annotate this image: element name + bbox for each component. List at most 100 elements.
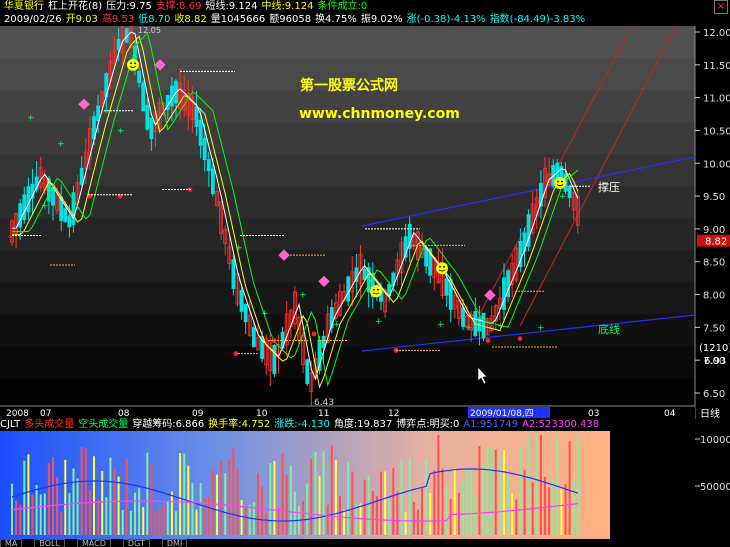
price-label: 7.50 <box>703 323 725 334</box>
volume-bar <box>281 453 284 535</box>
price-label: 8.00 <box>703 291 725 302</box>
volume-bar <box>433 470 436 535</box>
price-label: 9.00 <box>703 225 725 236</box>
volume-bar <box>138 488 141 535</box>
volume-bar <box>207 496 210 535</box>
volume-bar <box>224 473 227 535</box>
candle-body <box>141 82 146 112</box>
volume-bar <box>150 464 153 535</box>
volume-chart[interactable]: 100000 50000 <box>0 431 730 539</box>
candle-body <box>116 38 121 51</box>
buy-signal-mark: + <box>235 243 243 253</box>
volume-bar <box>445 485 448 535</box>
volume-bar <box>330 445 333 535</box>
time-label: 10 <box>256 409 268 419</box>
background-band <box>0 378 695 410</box>
volume-bar <box>195 509 198 535</box>
volume-background <box>0 431 610 539</box>
smiley-icon <box>127 58 139 71</box>
volume-bar <box>539 435 542 535</box>
header-field: 振9.02% <box>360 14 403 25</box>
volume-bar <box>568 440 571 535</box>
time-label: 2009/01/08,四 <box>470 409 534 419</box>
price-label: 12.00 <box>703 28 730 39</box>
volume-bar <box>232 448 235 535</box>
candle-body <box>202 137 207 161</box>
volume-bar <box>560 489 563 535</box>
volume-bar <box>523 470 526 535</box>
tab-ma[interactable]: MA <box>0 539 23 547</box>
volume-bar <box>285 475 288 535</box>
volume-bar <box>343 509 346 535</box>
volume-bar <box>416 509 419 535</box>
volume-bar <box>175 511 177 535</box>
volume-bar <box>556 435 559 535</box>
volume-label: 100000 <box>700 435 730 446</box>
header-field: 条件成立:0 <box>317 1 368 12</box>
header-row-ohlc: 2009/02/26 开9.03 高9.53 低8.70 收8.82 量1045666 额9… <box>4 14 589 26</box>
volume-bar <box>318 475 321 535</box>
volume-bar <box>412 502 415 535</box>
indicator-field: A2:523300.438 <box>522 419 600 430</box>
price-label: 8.50 <box>703 258 725 269</box>
candle-body <box>71 192 76 225</box>
smiley-icon <box>370 285 382 298</box>
volume-bar <box>486 446 489 535</box>
volume-bar <box>334 460 337 535</box>
tab-dgt[interactable]: DGT <box>122 539 150 547</box>
tab-boll[interactable]: BOLL <box>34 539 65 547</box>
volume-bar <box>515 499 518 535</box>
volume-bar <box>355 504 358 535</box>
price-label: 11.00 <box>703 94 730 105</box>
tab-macd[interactable]: MACD <box>76 539 111 547</box>
volume-bar <box>326 504 329 535</box>
indicator-field: 角度:19.837 <box>333 419 393 430</box>
volume-bar <box>384 471 387 535</box>
buy-signal-mark: + <box>497 321 505 331</box>
candle-body <box>206 159 211 172</box>
smiley-icon <box>554 176 566 189</box>
volume-bar <box>257 473 259 535</box>
volume-bar <box>576 435 579 535</box>
header-field: 量1045666 <box>210 14 266 25</box>
volume-bar <box>39 494 42 535</box>
volume-bar <box>441 468 444 535</box>
candle-body <box>63 208 68 223</box>
volume-bar <box>125 458 128 535</box>
volume-bar <box>15 500 18 535</box>
current-price-label: 8.82 <box>705 237 727 248</box>
volume-bar <box>88 489 91 535</box>
candlestick-chart[interactable]: + + + + + + + + + + + + + + 12.00 11.50 11.00 10.50 10.00… <box>0 26 730 419</box>
volume-bar <box>236 469 239 535</box>
volume-bar <box>129 510 132 535</box>
volume-bar <box>199 483 202 535</box>
candle-body <box>79 167 84 185</box>
candle-body <box>502 277 506 310</box>
volume-bar <box>64 459 67 535</box>
tab-dmi[interactable]: DMI <box>161 539 188 547</box>
candle-body <box>272 345 277 375</box>
volume-bar <box>363 479 366 535</box>
volume-bar <box>105 497 108 535</box>
volume-bar <box>228 459 231 535</box>
support-label: 底线 <box>598 322 620 336</box>
volume-bar <box>289 465 292 535</box>
volume-bar <box>466 468 469 535</box>
volume-bar <box>527 435 530 535</box>
candle-body <box>210 168 215 195</box>
header-field: 低8.70 <box>138 14 171 25</box>
indicator-field: 涨跌:-4.130 <box>274 419 330 430</box>
volume-bar <box>371 491 374 535</box>
volume-bar <box>511 493 514 535</box>
volume-bar <box>23 460 26 535</box>
volume-bar <box>183 453 186 535</box>
buy-signal-mark: + <box>41 201 49 211</box>
close-button[interactable]: × <box>714 0 728 14</box>
price-axis: 12.00 11.50 11.00 10.50 10.00 9.50 9.00 8.50 8.0… <box>695 28 730 400</box>
indicator-field: 博弈点:明买:0 <box>396 419 460 430</box>
volume-bar <box>429 492 432 535</box>
volume-bar <box>293 491 296 535</box>
background-band <box>0 346 695 378</box>
buy-signal-mark: + <box>57 140 65 150</box>
volume-bar <box>162 502 165 535</box>
